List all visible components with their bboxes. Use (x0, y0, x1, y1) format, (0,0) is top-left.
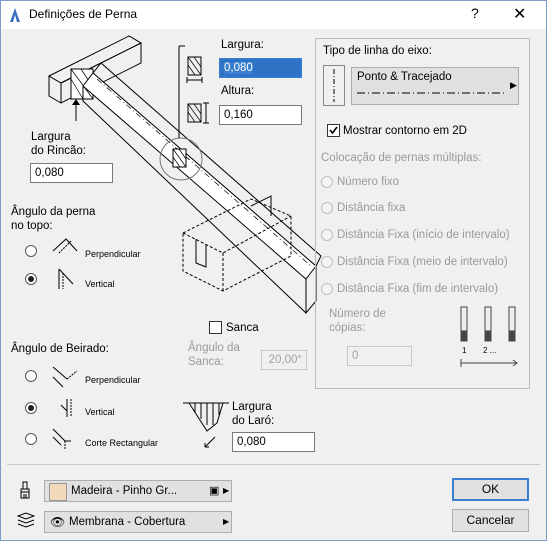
material-swatch (49, 483, 67, 501)
tipo-linha-value: Ponto & Tracejado (357, 71, 452, 83)
beirado-perpendicular-radio[interactable] (25, 370, 37, 382)
largura-rincao-label: Largura do Rincão: (31, 131, 86, 157)
separator (7, 464, 540, 465)
mostrar-contorno-label: Mostrar contorno em 2D (343, 125, 467, 137)
beirado-vertical-label: Vertical (85, 407, 115, 417)
chevron-right-icon: ▶ (510, 80, 517, 90)
eye-icon: 👁 (50, 515, 66, 529)
image-icon: ▣ (209, 485, 220, 497)
layers-icon (17, 512, 35, 528)
dash-dot-line-sample (357, 92, 507, 94)
distancia-fixa-inicio-radio[interactable] (321, 229, 333, 241)
angulo-sanca-label: Ângulo da Sanca: (188, 342, 240, 368)
perna-vertical-label: Vertical (85, 279, 115, 289)
beirado-corte-rectangular-radio[interactable] (25, 433, 37, 445)
axis-line-icon (323, 65, 345, 106)
largura-rincao-input[interactable]: 0,080 (30, 163, 113, 183)
numero-copias-label: Número de cópias: (329, 308, 386, 334)
tipo-linha-label: Tipo de linha do eixo: (323, 45, 432, 57)
distancia-fixa-inicio-label: Distância Fixa (início de intervalo) (337, 229, 510, 241)
altura-label: Altura: (221, 85, 255, 97)
count-label-1: 1 (462, 346, 467, 355)
beirado-vertical-radio[interactable] (25, 402, 37, 414)
membrana-select[interactable]: 👁 Membrana - Cobertura ▶ (44, 511, 232, 533)
sanca-checkbox[interactable] (209, 321, 222, 334)
largura-laro-label: Largura do Laró: (232, 401, 275, 427)
largura-laro-input[interactable]: 0,080 (232, 432, 315, 452)
checkmark-icon (329, 126, 338, 135)
sanca-label: Sanca (226, 322, 259, 334)
angulo-beirado-label: Ângulo de Beirado: (11, 343, 109, 355)
ok-button[interactable]: OK (452, 478, 529, 501)
altura-input[interactable]: 0,160 (219, 105, 302, 125)
brush-icon (20, 481, 30, 499)
perna-vertical-radio[interactable] (25, 273, 37, 285)
distancia-fixa-radio[interactable] (321, 202, 333, 214)
cancel-button[interactable]: Cancelar (452, 509, 529, 532)
perna-perpendicular-radio[interactable] (25, 245, 37, 257)
chevron-right-icon: ▶ (223, 517, 230, 526)
beirado-perpendicular-label: Perpendicular (85, 375, 141, 385)
material-select[interactable]: Madeira - Pinho Gr... ▣ ▶ (44, 480, 232, 502)
distancia-fixa-fim-radio[interactable] (321, 283, 333, 295)
largura-label: Largura: (221, 39, 264, 51)
distancia-fixa-fim-label: Distância Fixa (fim de intervalo) (337, 283, 499, 295)
membrana-value: Membrana - Cobertura (69, 516, 186, 528)
colocacao-label: Colocação de pernas múltiplas: (321, 152, 482, 164)
material-value: Madeira - Pinho Gr... (71, 485, 178, 497)
largura-input[interactable]: 0,080 (219, 58, 302, 78)
dialog-window: Definições de Perna ? ✕ Largura: 0,080 A… (0, 0, 547, 541)
mostrar-contorno-checkbox[interactable] (327, 124, 340, 137)
numero-fixo-label: Número fixo (337, 176, 399, 188)
beirado-corte-rectangular-label: Corte Rectangular (85, 438, 159, 448)
angulo-sanca-input[interactable]: 20,00° (261, 350, 307, 370)
distancia-fixa-meio-radio[interactable] (321, 256, 333, 268)
angulo-perna-label: Ângulo da perna no topo: (11, 206, 96, 232)
tipo-linha-select[interactable]: Ponto & Tracejado ▶ (351, 67, 519, 105)
distancia-fixa-label: Distância fixa (337, 202, 406, 214)
chevron-right-icon: ▶ (223, 486, 230, 495)
copies-distribution-icon (460, 306, 518, 367)
numero-fixo-radio[interactable] (321, 176, 333, 188)
distancia-fixa-meio-label: Distância Fixa (meio de intervalo) (337, 256, 508, 268)
count-label-2: 2 ... (483, 346, 497, 355)
perna-perpendicular-label: Perpendicular (85, 249, 141, 259)
numero-copias-input[interactable]: 0 (347, 346, 412, 366)
